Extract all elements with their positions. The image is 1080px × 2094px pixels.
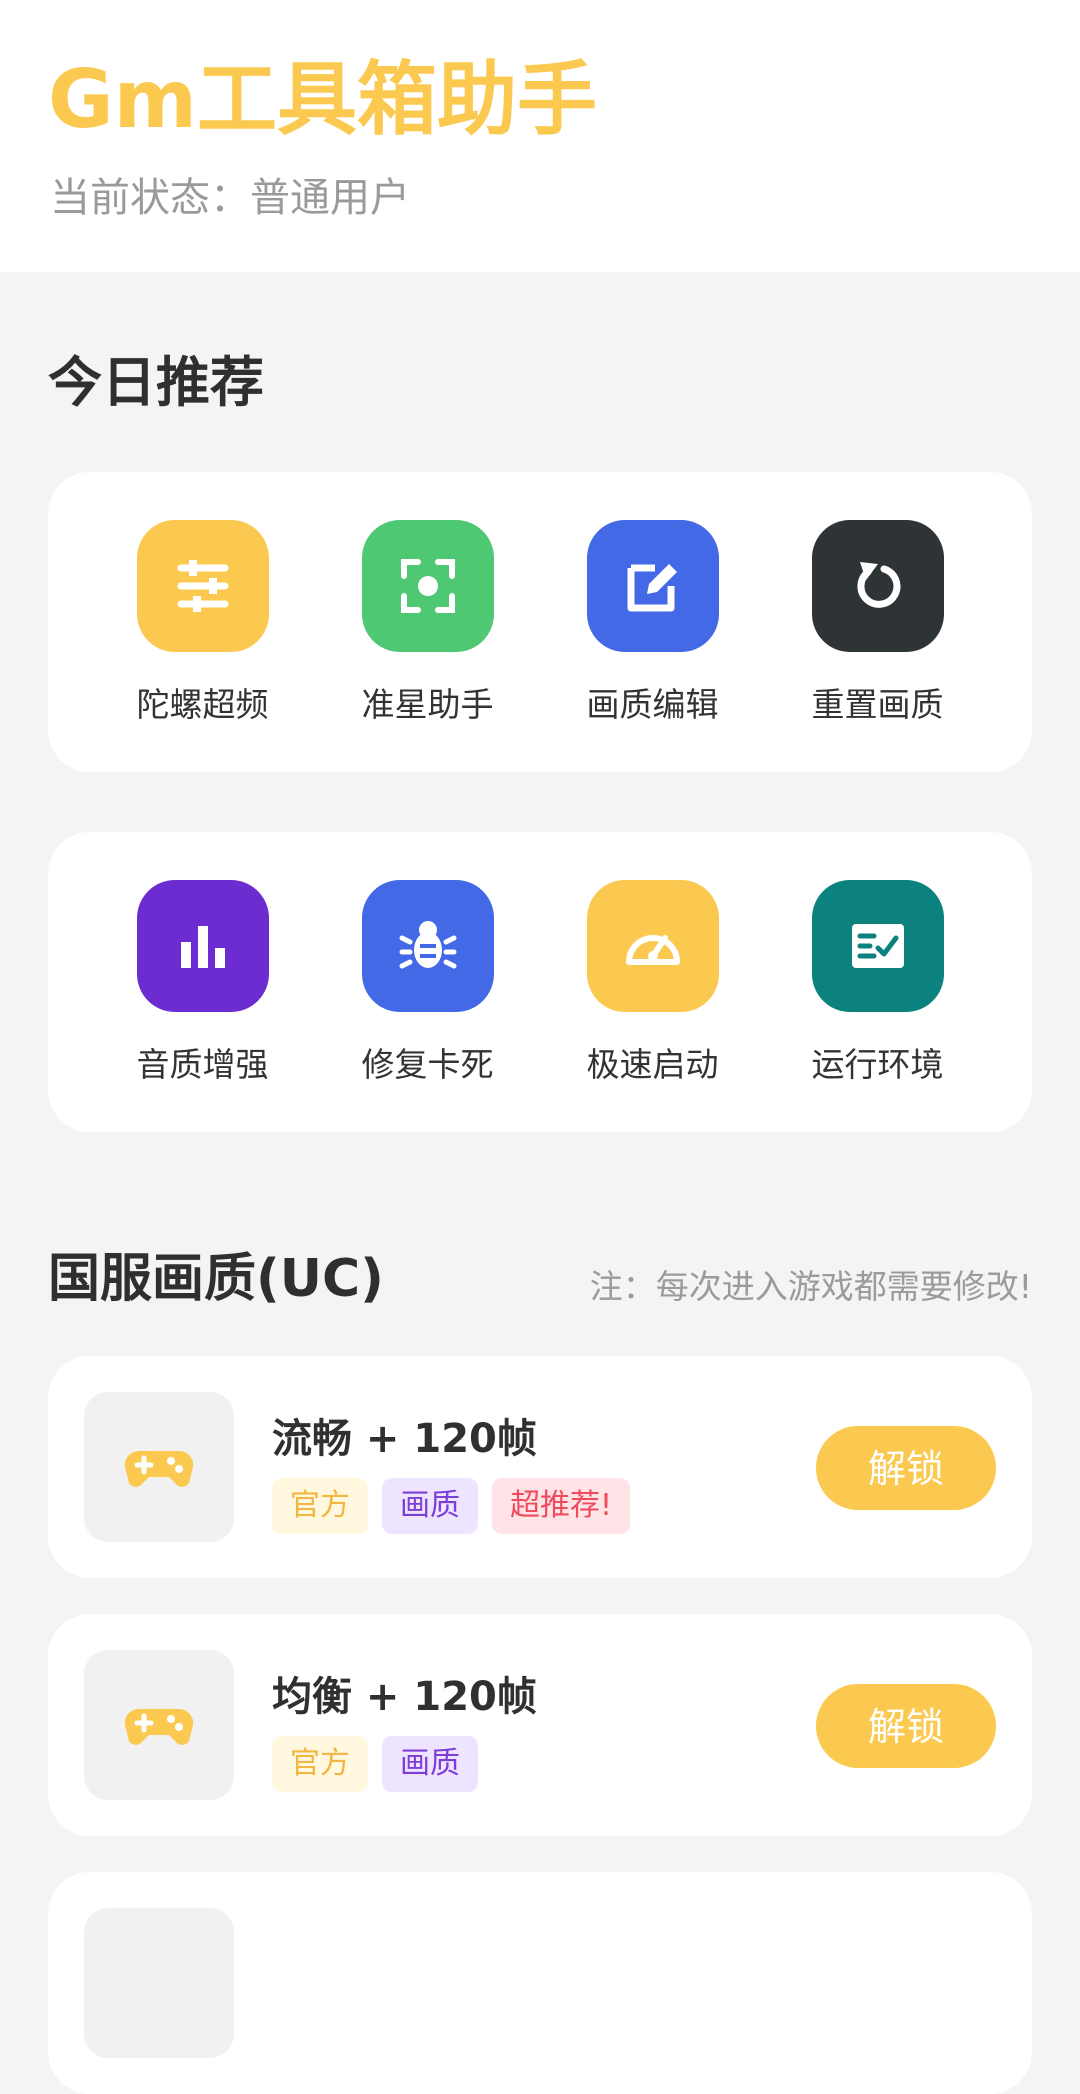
recommend-label: 极速启动 xyxy=(586,1045,719,1084)
gamepad-icon xyxy=(84,1650,234,1800)
section-note: 注：每次进入游戏都需要修改! xyxy=(589,1267,1032,1306)
tag-official: 官方 xyxy=(272,1478,368,1534)
unlock-button[interactable]: 解锁 xyxy=(816,1684,996,1768)
recommend-audio-boost[interactable]: 音质增强 xyxy=(103,880,303,1086)
recommend-label: 画质编辑 xyxy=(586,685,719,724)
recommend-title: 今日推荐 xyxy=(48,351,264,414)
recommend-gyro-overclock[interactable]: 陀螺超频 xyxy=(103,520,303,726)
recommend-label: 音质增强 xyxy=(136,1045,269,1084)
tag-quality: 画质 xyxy=(382,1478,478,1534)
recommend-fix-freeze[interactable]: 修复卡死 xyxy=(328,880,528,1086)
tag-hot: 超推荐! xyxy=(492,1478,631,1534)
recommend-card-2: 音质增强 修复卡死 极速启动 运行环境 xyxy=(48,832,1032,1132)
item-tags: 官方 画质 超推荐! xyxy=(272,1478,631,1534)
thumbnail xyxy=(84,1908,234,2058)
speedometer-icon xyxy=(586,880,719,1012)
recommend-quality-edit[interactable]: 画质编辑 xyxy=(553,520,753,726)
list-item[interactable]: 均衡 + 120帧 官方 画质 解锁 xyxy=(48,1614,1032,1836)
recommend-crosshair[interactable]: 准星助手 xyxy=(328,520,528,726)
gamepad-icon xyxy=(84,1392,234,1542)
user-status: 当前状态：普通用户 xyxy=(50,175,410,221)
recommend-reset-quality[interactable]: 重置画质 xyxy=(778,520,978,726)
tag-official: 官方 xyxy=(272,1736,368,1792)
item-title: 均衡 + 120帧 xyxy=(272,1674,537,1720)
recommend-label: 修复卡死 xyxy=(361,1045,494,1084)
recommend-label: 准星助手 xyxy=(361,685,494,724)
recommend-fast-launch[interactable]: 极速启动 xyxy=(553,880,753,1086)
section-title: 国服画质(UC) xyxy=(48,1249,384,1309)
checklist-icon xyxy=(811,880,944,1012)
sliders-icon xyxy=(136,520,269,652)
bug-icon xyxy=(361,880,494,1012)
recommend-label: 陀螺超频 xyxy=(136,685,269,724)
item-tags: 官方 画质 xyxy=(272,1736,478,1792)
list-item[interactable]: 流畅 + 120帧 官方 画质 超推荐! 解锁 xyxy=(48,1356,1032,1578)
unlock-button[interactable]: 解锁 xyxy=(816,1426,996,1510)
crosshair-focus-icon xyxy=(361,520,494,652)
recommend-runtime-env[interactable]: 运行环境 xyxy=(778,880,978,1086)
edit-icon xyxy=(586,520,719,652)
tag-quality: 画质 xyxy=(382,1736,478,1792)
reset-icon xyxy=(811,520,944,652)
recommend-label: 重置画质 xyxy=(811,685,944,724)
bar-chart-icon xyxy=(136,880,269,1012)
item-title: 流畅 + 120帧 xyxy=(272,1416,537,1462)
recommend-label: 运行环境 xyxy=(811,1045,944,1084)
list-item[interactable] xyxy=(48,1872,1032,2094)
app-header: Gm工具箱助手 当前状态：普通用户 xyxy=(0,0,1080,272)
app-title: Gm工具箱助手 xyxy=(48,53,598,146)
recommend-card-1: 陀螺超频 准星助手 画质编辑 重置画质 xyxy=(48,472,1032,772)
